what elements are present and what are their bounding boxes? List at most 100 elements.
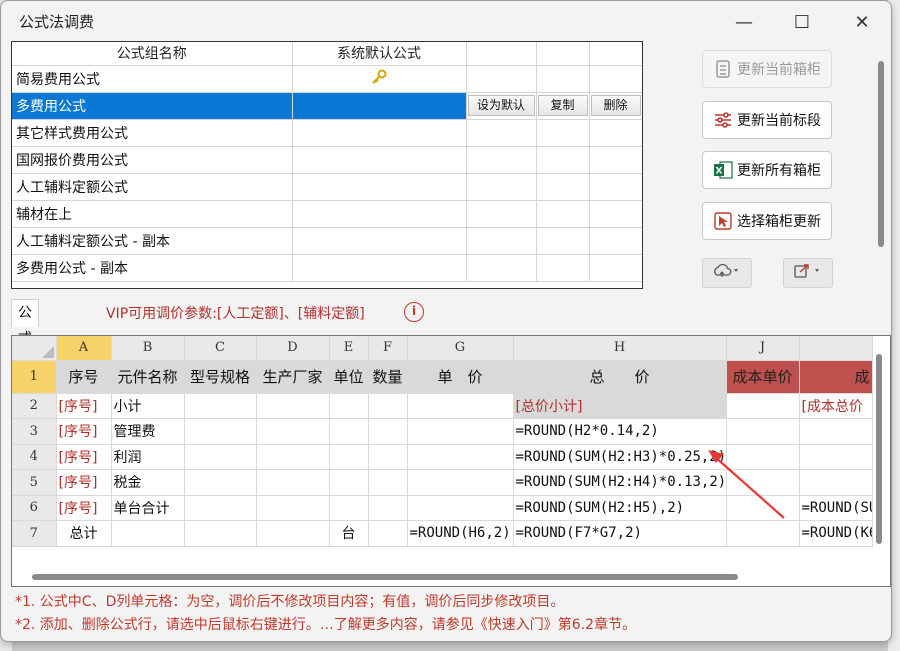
- col-header[interactable]: J: [726, 336, 800, 361]
- group-row[interactable]: 简易费用公式: [12, 65, 642, 93]
- cell-a4[interactable]: [序号]: [56, 444, 112, 470]
- cell-a3[interactable]: [序号]: [56, 418, 112, 445]
- cloud-icon: [712, 263, 742, 283]
- group-name[interactable]: 简易费用公式: [12, 65, 293, 93]
- cell-a1[interactable]: 序号: [56, 360, 112, 394]
- cell-c1[interactable]: 型号规格: [184, 360, 257, 394]
- cell-b4[interactable]: 利润: [111, 444, 185, 470]
- cell-h2[interactable]: [总价小计]: [513, 393, 727, 419]
- group-row-selected[interactable]: 多费用公式 设为默认 复制 删除: [12, 92, 642, 120]
- col-header[interactable]: D: [256, 336, 330, 361]
- right-panel-scrollbar[interactable]: [878, 61, 884, 247]
- cell-b7[interactable]: [111, 520, 185, 547]
- row-header[interactable]: 7: [12, 520, 57, 547]
- row-header[interactable]: 3: [12, 418, 57, 445]
- cell-k7[interactable]: =ROUND(K6: [799, 520, 873, 547]
- group-name[interactable]: 多费用公式 - 副本: [12, 254, 293, 282]
- cell-k6[interactable]: =ROUND(SU: [799, 495, 873, 521]
- update-all-cabinets-button[interactable]: X 更新所有箱柜: [702, 151, 832, 189]
- footnote: *2. 添加、删除公式行，请选中后鼠标右键进行。…了解更多内容，请参见《快速入门…: [15, 617, 637, 633]
- copy-button[interactable]: 复制: [537, 95, 588, 116]
- select-all-corner[interactable]: [12, 336, 57, 361]
- sheet-vertical-scrollbar[interactable]: [876, 354, 882, 544]
- cell-h1[interactable]: 总 价: [513, 360, 727, 394]
- cell-a6[interactable]: [序号]: [56, 495, 112, 521]
- svg-text:X: X: [716, 167, 723, 177]
- group-row[interactable]: 人工辅料定额公式 - 副本: [12, 227, 642, 255]
- cell-b6[interactable]: 单台合计: [111, 495, 185, 521]
- group-name[interactable]: 人工辅料定额公式 - 副本: [12, 227, 293, 255]
- col-header[interactable]: C: [184, 336, 257, 361]
- cell-a5[interactable]: [序号]: [56, 469, 112, 496]
- cell-a2[interactable]: [序号]: [56, 393, 112, 419]
- cell-k2[interactable]: [成本总价: [799, 393, 873, 419]
- col-header[interactable]: F: [368, 336, 408, 361]
- cell-g1[interactable]: 单 价: [407, 360, 514, 394]
- group-row[interactable]: 其它样式费用公式: [12, 119, 642, 147]
- cell-a7[interactable]: 总计: [56, 520, 112, 547]
- col-header[interactable]: H: [513, 336, 727, 361]
- cell-b3[interactable]: 管理费: [111, 418, 185, 445]
- cell-f1[interactable]: 数量: [368, 360, 408, 394]
- vip-params-note: VIP可用调价参数:[人工定额]、[辅料定额]: [106, 306, 365, 322]
- select-cabinet-update-button[interactable]: 选择箱柜更新: [702, 202, 832, 240]
- column-header-row: A B C D E F G H J: [12, 336, 873, 361]
- cell-j1[interactable]: 成本单价: [726, 360, 800, 394]
- sheet-row: 7 总计 台 =ROUND(H6,2) =ROUND(F7*G7,2) =ROU…: [12, 520, 873, 547]
- cell-d1[interactable]: 生产厂家: [256, 360, 330, 394]
- sheet-row: 2 [序号] 小计 [总价小计] [成本总价: [12, 393, 873, 419]
- cell-g7[interactable]: =ROUND(H6,2): [407, 520, 514, 547]
- cloud-dropdown-button[interactable]: [702, 258, 752, 288]
- header-group-name: 公式组名称: [12, 42, 293, 66]
- group-row[interactable]: 多费用公式 - 副本: [12, 254, 642, 282]
- col-header[interactable]: G: [407, 336, 514, 361]
- col-header[interactable]: [799, 336, 873, 361]
- maximize-button[interactable]: ☐: [787, 9, 817, 35]
- group-row[interactable]: 辅材在上: [12, 200, 642, 228]
- minimize-button[interactable]: —: [729, 9, 759, 35]
- cell-e7[interactable]: 台: [329, 520, 369, 547]
- group-name[interactable]: 多费用公式: [12, 92, 293, 120]
- group-row[interactable]: 人工辅料定额公式: [12, 173, 642, 201]
- cell-h5[interactable]: =ROUND(SUM(H2:H4)*0.13,2): [513, 469, 727, 496]
- row-header[interactable]: 5: [12, 469, 57, 496]
- title-bar: 公式法调费 — ☐ ✕: [1, 1, 891, 41]
- update-current-cabinet-button[interactable]: 更新当前箱柜: [702, 50, 832, 88]
- sheet-horizontal-scrollbar[interactable]: [32, 574, 738, 580]
- cell-b2[interactable]: 小计: [111, 393, 185, 419]
- row-header[interactable]: 1: [12, 360, 57, 394]
- button-label: 选择箱柜更新: [737, 214, 821, 230]
- delete-button[interactable]: 删除: [590, 95, 641, 116]
- group-name[interactable]: 其它样式费用公式: [12, 119, 293, 147]
- row-header[interactable]: 2: [12, 393, 57, 419]
- col-header[interactable]: A: [56, 336, 112, 361]
- col-header[interactable]: B: [111, 336, 185, 361]
- cell-b1[interactable]: 元件名称: [111, 360, 185, 394]
- sheet-row: 1 序号 元件名称 型号规格 生产厂家 单位 数量 单 价 总 价 成本单价 成: [12, 360, 873, 394]
- close-button[interactable]: ✕: [847, 9, 877, 35]
- sheet-row: 4 [序号] 利润 =ROUND(SUM(H2:H3)*0.25,2): [12, 444, 873, 470]
- group-name[interactable]: 国网报价费用公式: [12, 146, 293, 174]
- sheet-row: 3 [序号] 管理费 =ROUND(H2*0.14,2): [12, 418, 873, 445]
- col-header[interactable]: E: [329, 336, 369, 361]
- cabinet-icon: [709, 60, 737, 78]
- footnote: *1. 公式中C、D列单元格：为空，调价后不修改项目内容；有值，调价后同步修改项…: [15, 594, 565, 610]
- sliders-icon: [709, 112, 737, 128]
- cell-k1[interactable]: 成: [799, 360, 873, 394]
- share-dropdown-button[interactable]: [783, 258, 833, 288]
- cell-h6[interactable]: =ROUND(SUM(H2:H5),2): [513, 495, 727, 521]
- group-name[interactable]: 人工辅料定额公式: [12, 173, 293, 201]
- row-header[interactable]: 4: [12, 444, 57, 470]
- cell-b5[interactable]: 税金: [111, 469, 185, 496]
- group-row[interactable]: 国网报价费用公式: [12, 146, 642, 174]
- row-header[interactable]: 6: [12, 495, 57, 521]
- cell-e1[interactable]: 单位: [329, 360, 369, 394]
- cell-h4[interactable]: =ROUND(SUM(H2:H3)*0.25,2): [513, 444, 727, 470]
- info-icon[interactable]: i: [404, 302, 424, 322]
- tab-formula-group-detail[interactable]: 公式组明细: [11, 299, 39, 425]
- update-current-section-button[interactable]: 更新当前标段: [702, 101, 832, 139]
- set-default-button[interactable]: 设为默认: [467, 95, 535, 116]
- cell-h7[interactable]: =ROUND(F7*G7,2): [513, 520, 727, 547]
- group-name[interactable]: 辅材在上: [12, 200, 293, 228]
- cell-h3[interactable]: =ROUND(H2*0.14,2): [513, 418, 727, 445]
